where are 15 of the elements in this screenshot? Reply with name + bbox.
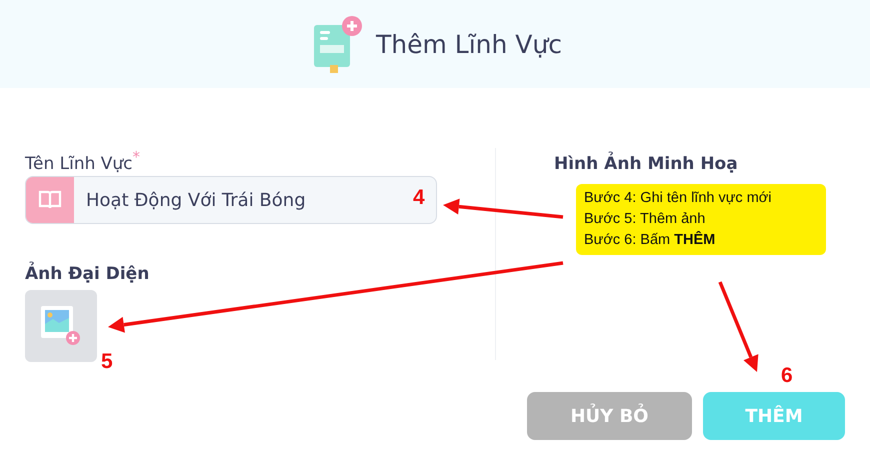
- image-upload-button[interactable]: [25, 290, 97, 362]
- section-heading: Hình Ảnh Minh Hoạ: [554, 154, 870, 174]
- step-number: 5: [101, 350, 113, 374]
- step-number: 6: [781, 364, 793, 388]
- dialog-title: Thêm Lĩnh Vực: [376, 30, 562, 58]
- required-mark: *: [132, 148, 140, 166]
- name-field[interactable]: Hoạt Động Với Trái Bóng: [74, 188, 394, 212]
- instruction-text: Bước 6: Bấm THÊM: [584, 230, 716, 250]
- field-label-text: Tên Lĩnh Vực: [25, 154, 133, 174]
- instruction-text: Bước 4: Ghi tên lĩnh vực mới: [584, 189, 773, 208]
- step-number: 4: [413, 186, 425, 210]
- book-icon: [26, 177, 74, 223]
- instruction-text: Bước 5: Thêm ảnh: [584, 210, 706, 229]
- avatar-label: Ảnh Đại Diện: [25, 258, 437, 284]
- image-add-icon: [39, 304, 83, 348]
